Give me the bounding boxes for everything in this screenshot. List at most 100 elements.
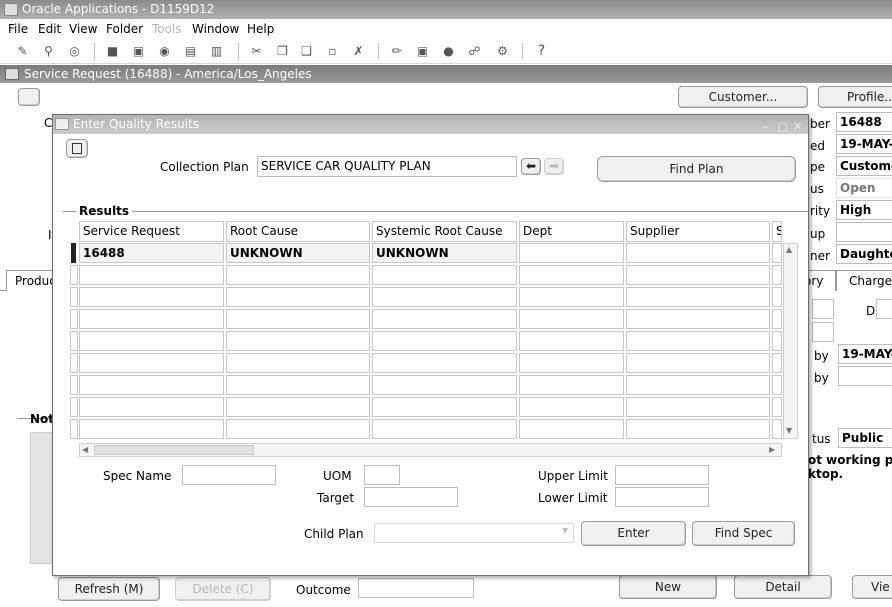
clear-record-icon[interactable]: ▫ xyxy=(324,44,341,58)
target-field[interactable] xyxy=(364,487,458,507)
cell-supplier[interactable] xyxy=(626,419,770,439)
menu-window[interactable]: Window xyxy=(192,22,239,36)
save-icon[interactable]: ■ xyxy=(104,44,121,58)
cell-s[interactable] xyxy=(772,331,782,351)
cell-supplier[interactable] xyxy=(626,287,770,307)
find-plan-button[interactable]: Find Plan xyxy=(597,156,796,182)
cell-s[interactable] xyxy=(772,243,782,263)
cell-s[interactable] xyxy=(772,287,782,307)
scroll-down-icon[interactable]: ▼ xyxy=(786,426,792,435)
cell-service-request[interactable] xyxy=(79,265,224,285)
folder-tools-icon[interactable]: ⚙ xyxy=(494,44,511,58)
cell-service-request[interactable] xyxy=(79,309,224,329)
row-indicator[interactable] xyxy=(70,265,78,285)
cell-root-cause[interactable] xyxy=(226,265,370,285)
cell-dept[interactable] xyxy=(519,331,624,351)
note-status-field[interactable]: Public xyxy=(838,428,892,448)
copy-icon[interactable]: ❐ xyxy=(274,44,291,58)
cell-root-cause[interactable] xyxy=(226,375,370,395)
dialog-toolbar-button[interactable] xyxy=(66,139,88,158)
view-button[interactable]: Vie xyxy=(852,575,892,599)
cell-supplier[interactable] xyxy=(626,243,770,263)
menu-file[interactable]: File xyxy=(8,22,28,36)
horizontal-scrollbar[interactable]: ◀ ▶ xyxy=(79,443,782,457)
menu-folder[interactable]: Folder xyxy=(106,22,143,36)
row-indicator[interactable] xyxy=(70,331,78,351)
cell-dept[interactable] xyxy=(519,265,624,285)
cell-supplier[interactable] xyxy=(626,397,770,417)
cell-service-request[interactable]: 16488 xyxy=(79,243,224,263)
row-indicator[interactable] xyxy=(70,419,78,439)
cell-service-request[interactable] xyxy=(79,353,224,373)
cell-s[interactable] xyxy=(772,353,782,373)
chevron-down-icon[interactable]: ▼ xyxy=(562,526,568,535)
paste-icon[interactable]: ❏ xyxy=(298,44,315,58)
cell-service-request[interactable] xyxy=(79,287,224,307)
upper-limit-field[interactable] xyxy=(615,465,709,485)
close-icon[interactable]: ✕ xyxy=(793,117,802,136)
cell-root-cause[interactable] xyxy=(226,331,370,351)
save-proceed-icon[interactable]: ▣ xyxy=(130,44,147,58)
menu-edit[interactable]: Edit xyxy=(38,22,61,36)
request-type-field[interactable]: Custome xyxy=(836,156,892,176)
updated-by-field[interactable] xyxy=(838,366,892,386)
refresh-button[interactable]: Refresh (M) xyxy=(58,577,160,601)
prev-plan-button[interactable]: ⬅ xyxy=(521,158,541,175)
cut-icon[interactable]: ✂ xyxy=(248,44,265,58)
cell-s[interactable] xyxy=(772,309,782,329)
print-icon[interactable]: ▤ xyxy=(182,44,199,58)
cell-systemic-root-cause[interactable] xyxy=(372,375,517,395)
spec-name-field[interactable] xyxy=(182,465,276,485)
menu-view[interactable]: View xyxy=(69,22,97,36)
cell-s[interactable] xyxy=(772,265,782,285)
find-spec-button[interactable]: Find Spec xyxy=(692,521,795,546)
cell-systemic-root-cause[interactable] xyxy=(372,309,517,329)
row-indicator[interactable] xyxy=(71,243,76,263)
zoom-icon[interactable]: ▣ xyxy=(414,44,431,58)
navigator-icon[interactable]: ◎ xyxy=(66,44,83,58)
vertical-scrollbar[interactable]: ▲ ▼ xyxy=(783,243,798,439)
translations-icon[interactable]: ● xyxy=(440,44,457,58)
created-by-date-field[interactable]: 19-MAY- xyxy=(838,344,892,364)
cell-dept[interactable] xyxy=(519,287,624,307)
cell-service-request[interactable] xyxy=(79,419,224,439)
outcome-field[interactable] xyxy=(358,578,474,598)
cell-dept[interactable] xyxy=(519,353,624,373)
close-form-icon[interactable]: ▥ xyxy=(208,44,225,58)
cell-root-cause[interactable] xyxy=(226,287,370,307)
detail-button[interactable]: Detail xyxy=(734,575,832,599)
menu-help[interactable]: Help xyxy=(247,22,274,36)
cell-systemic-root-cause[interactable] xyxy=(372,287,517,307)
cell-systemic-root-cause[interactable] xyxy=(372,265,517,285)
scroll-left-icon[interactable]: ◀ xyxy=(82,445,88,454)
cell-root-cause[interactable]: UNKNOWN xyxy=(226,243,370,263)
product-field-3[interactable] xyxy=(812,322,834,342)
cell-supplier[interactable] xyxy=(626,265,770,285)
cell-s[interactable] xyxy=(772,375,782,395)
product-field-2[interactable] xyxy=(876,299,892,319)
minimize-icon[interactable]: – xyxy=(763,117,769,136)
cell-root-cause[interactable] xyxy=(226,309,370,329)
cell-s[interactable] xyxy=(772,397,782,417)
lower-limit-field[interactable] xyxy=(615,487,709,507)
customer-button[interactable]: Customer... xyxy=(678,86,808,108)
cell-root-cause[interactable] xyxy=(226,353,370,373)
cell-systemic-root-cause[interactable] xyxy=(372,331,517,351)
cell-supplier[interactable] xyxy=(626,375,770,395)
cell-supplier[interactable] xyxy=(626,309,770,329)
tab-charges[interactable]: Charges xyxy=(836,270,892,291)
row-indicator[interactable] xyxy=(70,375,78,395)
request-status-field[interactable]: Open xyxy=(836,178,892,198)
enter-button[interactable]: Enter xyxy=(581,521,686,546)
product-field-1[interactable] xyxy=(812,299,834,319)
request-severity-field[interactable]: High xyxy=(836,200,892,220)
find-icon[interactable]: ⚲ xyxy=(40,44,57,58)
maximize-icon[interactable]: □ xyxy=(777,117,787,136)
scroll-thumb[interactable] xyxy=(94,445,254,455)
row-indicator[interactable] xyxy=(70,397,78,417)
cell-systemic-root-cause[interactable] xyxy=(372,397,517,417)
cell-root-cause[interactable] xyxy=(226,397,370,417)
cell-supplier[interactable] xyxy=(626,353,770,373)
request-group-field[interactable] xyxy=(836,222,892,242)
switch-resp-icon[interactable]: ◉ xyxy=(156,44,173,58)
